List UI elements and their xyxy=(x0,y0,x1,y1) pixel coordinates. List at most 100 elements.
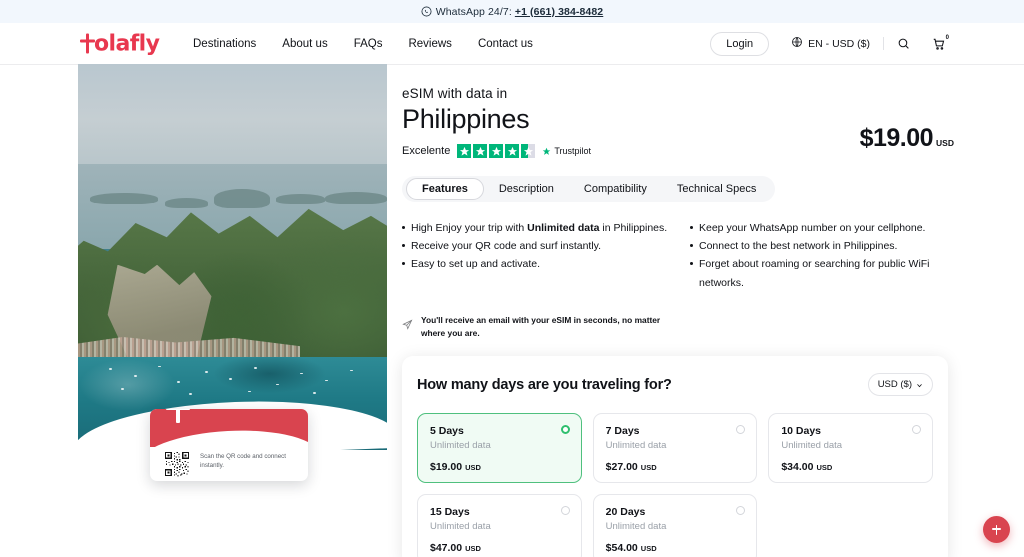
plan-card-20-days[interactable]: 20 Days Unlimited data $54.00 USD xyxy=(592,494,758,557)
plan-card-5-days[interactable]: 5 Days Unlimited data $19.00 USD xyxy=(417,413,582,483)
holafly-h-logo-icon xyxy=(992,524,1001,535)
login-button[interactable]: Login xyxy=(710,31,770,56)
star-icon xyxy=(473,144,488,159)
locale-label: EN - USD ($) xyxy=(808,37,870,50)
plan-price: $19.00 USD xyxy=(430,461,569,473)
main-navigation: Destinations About us FAQs Reviews Conta… xyxy=(193,38,533,50)
product-header: eSIM with data in Philippines $19.00 USD… xyxy=(402,86,954,340)
plan-price-currency: USD xyxy=(465,463,481,472)
product-price: $19.00 USD xyxy=(860,124,954,153)
plan-price-amount: $54.00 xyxy=(605,542,638,554)
tab-description[interactable]: Description xyxy=(484,178,569,200)
plan-panel-title: How many days are you traveling for? xyxy=(417,376,672,393)
whatsapp-label: WhatsApp 24/7: xyxy=(435,5,512,18)
plan-price: $34.00 USD xyxy=(781,461,920,473)
email-note-text: You'll receive an email with your eSIM i… xyxy=(421,314,661,338)
search-icon[interactable] xyxy=(897,37,910,50)
plan-price: $47.00 USD xyxy=(430,542,569,554)
plan-price-amount: $47.00 xyxy=(430,542,463,554)
whatsapp-icon xyxy=(421,6,432,17)
header-actions: Login EN - USD ($) 0 xyxy=(710,31,949,56)
list-item: Keep your WhatsApp number on your cellph… xyxy=(690,219,938,237)
plan-radio-selected[interactable] xyxy=(560,425,570,434)
trustpilot-brand[interactable]: Trustpilot xyxy=(542,146,591,156)
globe-icon xyxy=(791,36,803,51)
chevron-down-icon xyxy=(916,381,923,388)
plan-duration: 10 Days xyxy=(781,425,822,437)
nav-item-destinations[interactable]: Destinations xyxy=(193,38,256,50)
page-root: WhatsApp 24/7: +1 (661) 384-8482 olafly … xyxy=(0,0,1024,557)
cart-count-badge: 0 xyxy=(945,34,949,41)
nav-item-about-us[interactable]: About us xyxy=(282,38,327,50)
trustpilot-label: Trustpilot xyxy=(554,146,591,157)
plan-panel-header: How many days are you traveling for? USD… xyxy=(417,373,933,396)
price-currency: USD xyxy=(936,138,954,148)
rating-stars xyxy=(457,144,536,159)
feature-text: Connect to the best network in Philippin… xyxy=(699,240,898,253)
support-chat-fab[interactable] xyxy=(983,516,1010,543)
plan-data-allowance: Unlimited data xyxy=(781,440,843,451)
feature-text: Keep your WhatsApp number on your cellph… xyxy=(699,222,926,235)
site-header: olafly Destinations About us FAQs Review… xyxy=(0,23,1024,65)
list-item: Connect to the best network in Philippin… xyxy=(690,237,938,255)
email-delivery-note: You'll receive an email with your eSIM i… xyxy=(402,314,670,340)
tab-features[interactable]: Features xyxy=(406,178,484,201)
plan-data-allowance: Unlimited data xyxy=(430,521,491,532)
list-item: Receive your QR code and surf instantly. xyxy=(402,237,670,255)
qr-code-icon xyxy=(163,451,191,477)
list-item: Easy to set up and activate. xyxy=(402,255,670,273)
holafly-logo[interactable]: olafly xyxy=(80,31,160,56)
plan-card-10-days[interactable]: 10 Days Unlimited data $34.00 USD xyxy=(768,413,933,483)
feature-text-tail: in Philippines. xyxy=(599,222,668,235)
currency-select[interactable]: USD ($) xyxy=(867,373,933,396)
plan-data-allowance: Unlimited data xyxy=(605,521,667,532)
tab-technical-specs[interactable]: Technical Specs xyxy=(662,178,772,200)
plan-selection-panel: How many days are you traveling for? USD… xyxy=(402,356,948,557)
plan-price-currency: USD xyxy=(465,544,481,553)
holafly-h-logo-icon xyxy=(166,409,190,423)
feature-text: High Enjoy your trip with xyxy=(411,222,528,235)
email-send-icon xyxy=(402,317,413,330)
list-item: Forget about roaming or searching for pu… xyxy=(690,255,938,291)
locale-selector[interactable]: EN - USD ($) xyxy=(791,36,870,51)
whatsapp-banner: WhatsApp 24/7: +1 (661) 384-8482 xyxy=(0,0,1024,23)
hero-distant-islands xyxy=(78,168,387,230)
feature-highlight: Unlimited data xyxy=(527,222,600,235)
star-icon xyxy=(457,144,472,159)
nav-item-contact-us[interactable]: Contact us xyxy=(478,38,533,50)
esim-qr-card: Scan the QR code and connect instantly. xyxy=(150,409,308,481)
features-column-right: Keep your WhatsApp number on your cellph… xyxy=(690,219,938,291)
plan-data-allowance: Unlimited data xyxy=(605,440,667,451)
holafly-h-logo-icon xyxy=(80,33,95,54)
plan-duration: 20 Days xyxy=(605,506,646,518)
plan-price-currency: USD xyxy=(816,463,833,472)
feature-text: Receive your QR code and surf instantly. xyxy=(411,240,602,253)
plan-duration: 7 Days xyxy=(605,425,640,437)
star-half-icon xyxy=(521,144,536,159)
plan-data-allowance: Unlimited data xyxy=(430,440,491,451)
plan-radio[interactable] xyxy=(912,425,921,434)
star-icon xyxy=(505,144,520,159)
plan-price-currency: USD xyxy=(640,463,657,472)
nav-item-faqs[interactable]: FAQs xyxy=(354,38,383,50)
hero-image xyxy=(78,64,387,450)
plan-card-7-days[interactable]: 7 Days Unlimited data $27.00 USD xyxy=(592,413,758,483)
plan-grid: 5 Days Unlimited data $19.00 USD 7 Days … xyxy=(417,413,933,557)
product-tabs: Features Description Compatibility Techn… xyxy=(402,176,776,203)
plan-radio[interactable] xyxy=(560,506,570,515)
currency-select-label: USD ($) xyxy=(877,379,912,390)
plan-price-amount: $19.00 xyxy=(430,461,463,473)
plan-price: $27.00 USD xyxy=(606,461,745,473)
plan-card-15-days[interactable]: 15 Days Unlimited data $47.00 USD xyxy=(417,494,582,557)
cart-icon[interactable]: 0 xyxy=(932,34,949,51)
tab-compatibility[interactable]: Compatibility xyxy=(569,178,662,200)
whatsapp-phone-link[interactable]: +1 (661) 384-8482 xyxy=(515,6,603,18)
trustpilot-star-icon xyxy=(543,147,551,155)
feature-text: Forget about roaming or searching for pu… xyxy=(699,258,930,289)
features-lists: High Enjoy your trip with Unlimited data… xyxy=(402,219,954,291)
features-column-left: High Enjoy your trip with Unlimited data… xyxy=(402,219,670,291)
qr-card-caption: Scan the QR code and connect instantly. xyxy=(200,453,286,470)
nav-item-reviews[interactable]: Reviews xyxy=(408,38,451,50)
plan-price-amount: $27.00 xyxy=(605,461,638,473)
star-icon xyxy=(489,144,504,159)
